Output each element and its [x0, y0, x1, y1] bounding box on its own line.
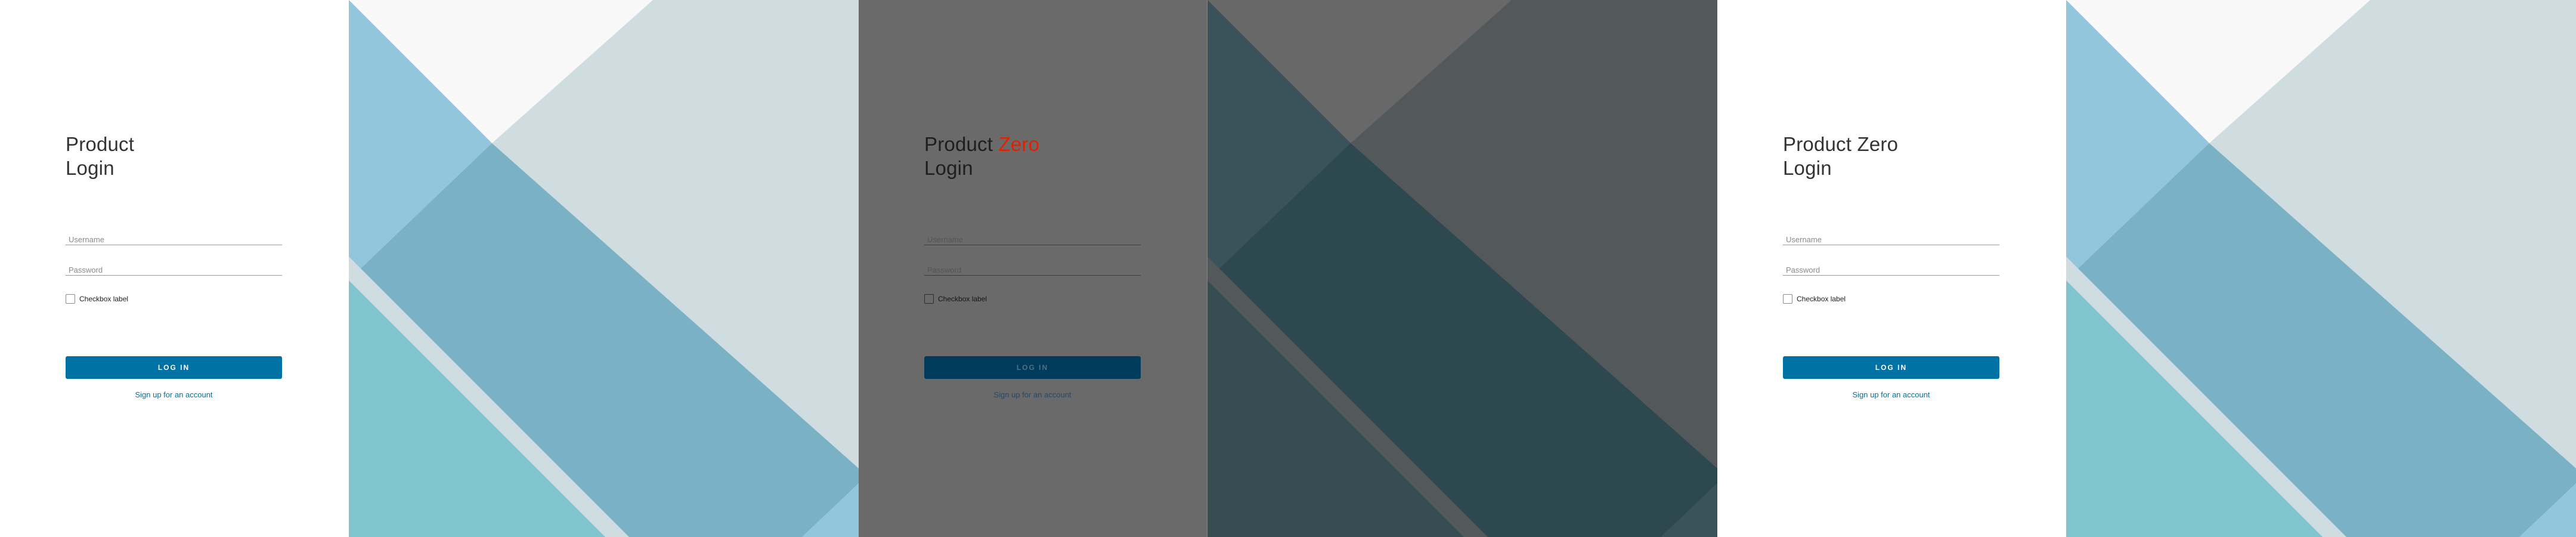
login-button[interactable]: LOG IN	[924, 356, 1141, 379]
password-input[interactable]	[1783, 259, 1999, 276]
geometric-background	[2066, 0, 2576, 537]
password-input[interactable]	[924, 259, 1141, 276]
checkbox-label: Checkbox label	[1797, 295, 1846, 303]
background-illustration	[1208, 0, 1717, 537]
background-illustration	[2066, 0, 2576, 537]
login-button[interactable]: LOG IN	[66, 356, 282, 379]
checkbox-label: Checkbox label	[938, 295, 987, 303]
title-accent: Zero	[998, 133, 1040, 155]
geometric-background	[1208, 0, 1717, 537]
signup-link[interactable]: Sign up for an account	[66, 390, 282, 399]
login-form-pane: Product Zero Login Checkbox label LOG IN…	[1717, 0, 2066, 537]
page-title: Product Zero Login	[1783, 132, 1898, 180]
remember-checkbox[interactable]	[924, 294, 934, 304]
background-illustration	[349, 0, 859, 537]
geometric-background	[349, 0, 859, 537]
title-login: Login	[66, 157, 114, 179]
signup-link[interactable]: Sign up for an account	[924, 390, 1141, 399]
login-screen-light: Product Login Checkbox label LOG IN Sign…	[0, 0, 859, 537]
username-input[interactable]	[924, 229, 1141, 245]
page-title: Product Login	[66, 132, 134, 180]
signup-link[interactable]: Sign up for an account	[1783, 390, 1999, 399]
title-product: Product	[924, 133, 993, 155]
login-screen-light-zero: Product Zero Login Checkbox label LOG IN…	[1717, 0, 2576, 537]
login-screen-dark: Product Zero Login Checkbox label LOG IN…	[859, 0, 1717, 537]
login-form-pane: Product Zero Login Checkbox label LOG IN…	[859, 0, 1208, 537]
remember-checkbox[interactable]	[66, 294, 75, 304]
remember-checkbox[interactable]	[1783, 294, 1792, 304]
title-login: Login	[924, 157, 973, 179]
username-input[interactable]	[66, 229, 282, 245]
username-input[interactable]	[1783, 229, 1999, 245]
login-button[interactable]: LOG IN	[1783, 356, 1999, 379]
title-login: Login	[1783, 157, 1832, 179]
password-input[interactable]	[66, 259, 282, 276]
checkbox-label: Checkbox label	[79, 295, 129, 303]
title-product: Product	[66, 133, 135, 155]
title-product: Product Zero	[1783, 133, 1899, 155]
login-form-pane: Product Login Checkbox label LOG IN Sign…	[0, 0, 349, 537]
page-title: Product Zero Login	[924, 132, 1039, 180]
